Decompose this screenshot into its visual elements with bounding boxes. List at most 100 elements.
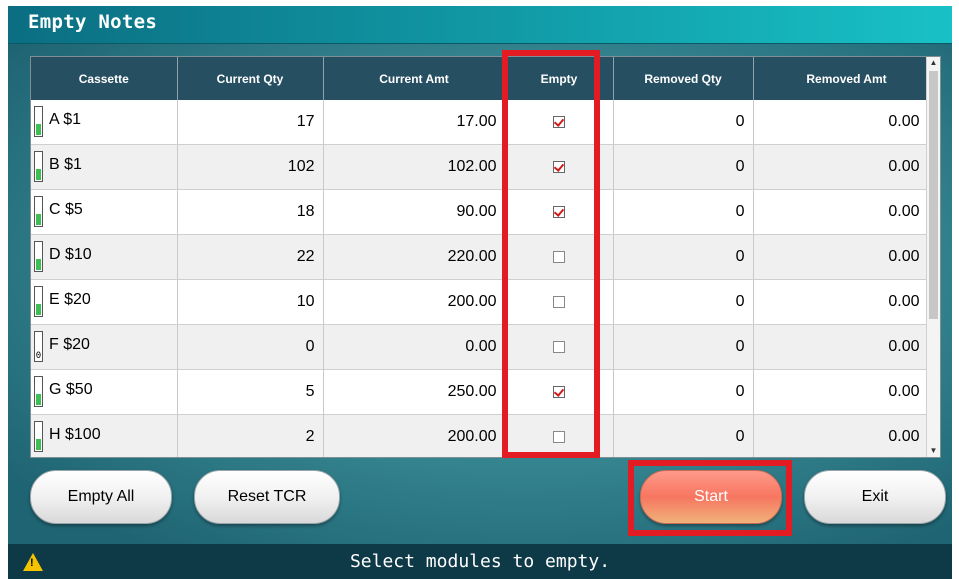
vertical-scrollbar[interactable]: ▲ ▼ xyxy=(926,57,940,457)
page-title: Empty Notes xyxy=(28,11,158,33)
current-amt-cell: 200.00 xyxy=(323,279,506,325)
col-header-current-qty[interactable]: Current Qty xyxy=(177,57,324,100)
cassette-level-gauge: 0 xyxy=(34,331,43,362)
scroll-up-arrow-icon[interactable]: ▲ xyxy=(927,57,940,69)
current-qty-cell: 102 xyxy=(177,144,324,190)
cassette-level-gauge xyxy=(34,421,43,452)
status-bar: ! Select modules to empty. xyxy=(8,544,952,579)
removed-amt-cell: 0.00 xyxy=(753,324,940,370)
current-amt-cell: 90.00 xyxy=(323,189,506,235)
table-row[interactable]: H $100 2 200.00 0 0.00 xyxy=(31,414,940,457)
empty-cell[interactable] xyxy=(505,279,614,325)
table-row[interactable]: G $50 5 250.00 0 0.00 xyxy=(31,369,940,415)
removed-qty-cell: 0 xyxy=(613,279,754,325)
scroll-thumb[interactable] xyxy=(929,71,938,319)
app-window: Empty Notes Cassette Current Qty Current… xyxy=(8,6,952,579)
table-row[interactable]: B $1 102 102.00 0 0.00 xyxy=(31,144,940,190)
gauge-fill xyxy=(36,214,41,225)
table-header-row: Cassette Current Qty Current Amt Empty R… xyxy=(31,57,940,100)
current-amt-cell: 0.00 xyxy=(323,324,506,370)
cassette-cell: D $10 xyxy=(31,234,178,280)
empty-checkbox[interactable] xyxy=(553,115,565,128)
scroll-down-arrow-icon[interactable]: ▼ xyxy=(927,445,940,457)
removed-amt-cell: 0.00 xyxy=(753,369,940,415)
empty-checkbox[interactable] xyxy=(553,295,565,308)
col-header-removed-amt[interactable]: Removed Amt xyxy=(753,57,940,100)
current-qty-cell: 17 xyxy=(177,100,324,145)
empty-checkbox[interactable] xyxy=(553,385,565,398)
empty-cell[interactable] xyxy=(505,324,614,370)
cassette-level-gauge xyxy=(34,151,43,182)
cassette-level-gauge xyxy=(34,286,43,317)
table-row[interactable]: E $20 10 200.00 0 0.00 xyxy=(31,279,940,325)
col-header-cassette[interactable]: Cassette xyxy=(31,57,178,100)
cassette-label: A $1 xyxy=(49,111,82,128)
current-amt-cell: 17.00 xyxy=(323,100,506,145)
start-button[interactable]: Start xyxy=(640,470,782,524)
empty-cell[interactable] xyxy=(505,100,614,145)
removed-amt-cell: 0.00 xyxy=(753,414,940,457)
cassette-label: H $100 xyxy=(49,426,101,443)
empty-cell[interactable] xyxy=(505,189,614,235)
cassette-label: B $1 xyxy=(49,156,82,173)
empty-cell[interactable] xyxy=(505,414,614,457)
cassette-cell: G $50 xyxy=(31,369,178,415)
cassette-cell: C $5 xyxy=(31,189,178,235)
cassette-label: C $5 xyxy=(49,201,83,218)
title-bar: Empty Notes xyxy=(8,6,952,44)
empty-cell[interactable] xyxy=(505,369,614,415)
table-row[interactable]: A $1 17 17.00 0 0.00 xyxy=(31,100,940,145)
cassette-level-gauge xyxy=(34,241,43,272)
col-header-empty[interactable]: Empty xyxy=(505,57,614,100)
gauge-zero-label: 0 xyxy=(35,351,42,361)
cassette-table: Cassette Current Qty Current Amt Empty R… xyxy=(30,56,941,458)
cassette-cell: A $1 xyxy=(31,100,178,145)
removed-qty-cell: 0 xyxy=(613,144,754,190)
removed-qty-cell: 0 xyxy=(613,324,754,370)
empty-checkbox[interactable] xyxy=(553,160,565,173)
cassette-label: E $20 xyxy=(49,291,91,308)
empty-cell[interactable] xyxy=(505,234,614,280)
removed-qty-cell: 0 xyxy=(613,189,754,235)
table-row[interactable]: D $10 22 220.00 0 0.00 xyxy=(31,234,940,280)
removed-amt-cell: 0.00 xyxy=(753,279,940,325)
removed-amt-cell: 0.00 xyxy=(753,100,940,145)
removed-amt-cell: 0.00 xyxy=(753,144,940,190)
current-amt-cell: 200.00 xyxy=(323,414,506,457)
gauge-fill xyxy=(36,169,41,180)
current-qty-cell: 0 xyxy=(177,324,324,370)
current-qty-cell: 10 xyxy=(177,279,324,325)
col-header-current-amt[interactable]: Current Amt xyxy=(323,57,506,100)
cassette-cell: B $1 xyxy=(31,144,178,190)
status-message: Select modules to empty. xyxy=(349,551,611,572)
current-qty-cell: 2 xyxy=(177,414,324,457)
table-row[interactable]: 0F $20 0 0.00 0 0.00 xyxy=(31,324,940,370)
removed-qty-cell: 0 xyxy=(613,100,754,145)
empty-all-button[interactable]: Empty All xyxy=(30,470,172,524)
cassette-level-gauge xyxy=(34,106,43,137)
empty-checkbox[interactable] xyxy=(553,250,565,263)
cassette-label: G $50 xyxy=(49,381,93,398)
gauge-fill xyxy=(36,259,41,270)
current-amt-cell: 220.00 xyxy=(323,234,506,280)
cassette-label: D $10 xyxy=(49,246,92,263)
table-row[interactable]: C $5 18 90.00 0 0.00 xyxy=(31,189,940,235)
gauge-fill xyxy=(36,439,41,450)
gauge-fill xyxy=(36,304,41,315)
cassette-cell: 0 F $20 xyxy=(31,324,178,370)
empty-cell[interactable] xyxy=(505,144,614,190)
current-amt-cell: 102.00 xyxy=(323,144,506,190)
cassette-cell: H $100 xyxy=(31,414,178,457)
reset-tcr-button[interactable]: Reset TCR xyxy=(194,470,340,524)
empty-checkbox[interactable] xyxy=(553,205,565,218)
gauge-fill xyxy=(36,394,41,405)
empty-checkbox[interactable] xyxy=(553,430,565,443)
cassette-level-gauge xyxy=(34,196,43,227)
empty-checkbox[interactable] xyxy=(553,340,565,353)
cassette-label: F $20 xyxy=(49,336,90,353)
cassette-level-gauge xyxy=(34,376,43,407)
removed-qty-cell: 0 xyxy=(613,234,754,280)
removed-qty-cell: 0 xyxy=(613,369,754,415)
col-header-removed-qty[interactable]: Removed Qty xyxy=(613,57,754,100)
exit-button[interactable]: Exit xyxy=(804,470,946,524)
